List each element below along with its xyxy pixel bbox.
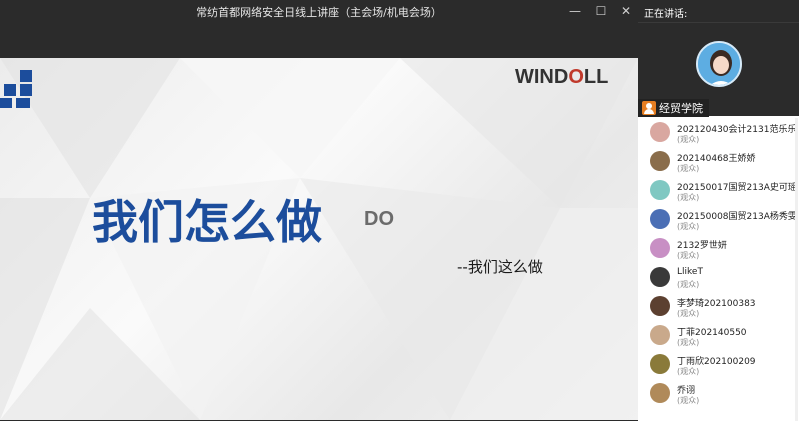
logo-prefix: WIND xyxy=(515,66,569,88)
member-role: (观众) xyxy=(677,135,700,144)
speaker-avatar xyxy=(696,41,742,87)
avatar xyxy=(650,151,670,171)
avatar xyxy=(650,296,670,316)
corner-squares-decoration xyxy=(0,70,32,108)
avatar xyxy=(650,267,670,287)
avatar xyxy=(650,180,670,200)
list-item[interactable]: 丁雨欣202100209 (观众) xyxy=(638,350,799,379)
member-role: (观众) xyxy=(677,222,700,231)
slide-headline: 我们怎么做 xyxy=(92,195,322,249)
member-role: (观众) xyxy=(677,280,700,289)
list-item[interactable]: 202150017国贸213A史可瑶 (观众) xyxy=(638,176,799,205)
avatar xyxy=(650,238,670,258)
list-item[interactable]: 202150008国贸213A杨秀雯 (观众) xyxy=(638,205,799,234)
member-role: (观众) xyxy=(677,164,700,173)
member-role: (观众) xyxy=(677,251,700,260)
avatar xyxy=(650,209,670,229)
close-button[interactable]: ✕ xyxy=(618,3,634,19)
shared-slide: WINDOLL 我们怎么做 DO --我们这么做 xyxy=(0,58,638,420)
list-item[interactable]: 李梦琦202100383 (观众) xyxy=(638,292,799,321)
avatar xyxy=(650,383,670,403)
avatar xyxy=(650,325,670,345)
speaker-name: 经贸学院 xyxy=(659,102,703,115)
toolbar-strip xyxy=(0,22,638,58)
list-item[interactable]: 202140468王娇娇 (观众) xyxy=(638,147,799,176)
member-role: (观众) xyxy=(677,396,700,405)
member-role: (观众) xyxy=(677,309,700,318)
list-item[interactable]: 丁菲202140550 (观众) xyxy=(638,321,799,350)
member-role: (观众) xyxy=(677,193,700,202)
audience-list[interactable]: 202120430会计2131范乐乐 (观众) 202140468王娇娇 (观众) 20… xyxy=(638,118,799,421)
maximize-button[interactable]: ☐ xyxy=(593,3,609,19)
logo-suffix: LL xyxy=(583,66,609,88)
avatar xyxy=(650,122,670,142)
list-item[interactable]: 2132罗世妍 (观众) xyxy=(638,234,799,263)
minimize-button[interactable]: — xyxy=(567,3,583,19)
participant-panel: 正在讲话: 经贸学院 202120430会计2131范乐乐 (观众) 2021404… xyxy=(638,0,799,421)
logo-accent: O xyxy=(568,66,584,88)
speaking-bar: 正在讲话: xyxy=(638,0,799,22)
member-name: LlikeT xyxy=(677,267,703,277)
speaker-name-tag: 经贸学院 xyxy=(638,99,709,117)
member-role: (观众) xyxy=(677,367,700,376)
speaking-label: 正在讲话: xyxy=(644,9,688,20)
speaker-portrait-icon xyxy=(698,43,740,85)
member-role: (观众) xyxy=(677,338,700,347)
avatar xyxy=(650,354,670,374)
window-title: 常纺首都网络安全日线上讲座（主会场/机电会场） xyxy=(196,6,442,19)
slide-do-tag: DO xyxy=(364,208,394,230)
list-item[interactable]: 202120430会计2131范乐乐 (观众) xyxy=(638,118,799,147)
title-bar: 常纺首都网络安全日线上讲座（主会场/机电会场） — ☐ ✕ xyxy=(0,0,638,22)
list-item[interactable]: 乔诩 (观众) xyxy=(638,379,799,408)
slide-subtitle: --我们这么做 xyxy=(457,258,543,276)
user-icon xyxy=(642,101,656,115)
audience-scrollbar[interactable] xyxy=(795,118,798,421)
list-item[interactable]: LlikeT (观众) xyxy=(638,263,799,292)
windoll-logo: WINDOLL xyxy=(515,66,608,89)
speaker-video[interactable]: 经贸学院 xyxy=(638,22,799,117)
